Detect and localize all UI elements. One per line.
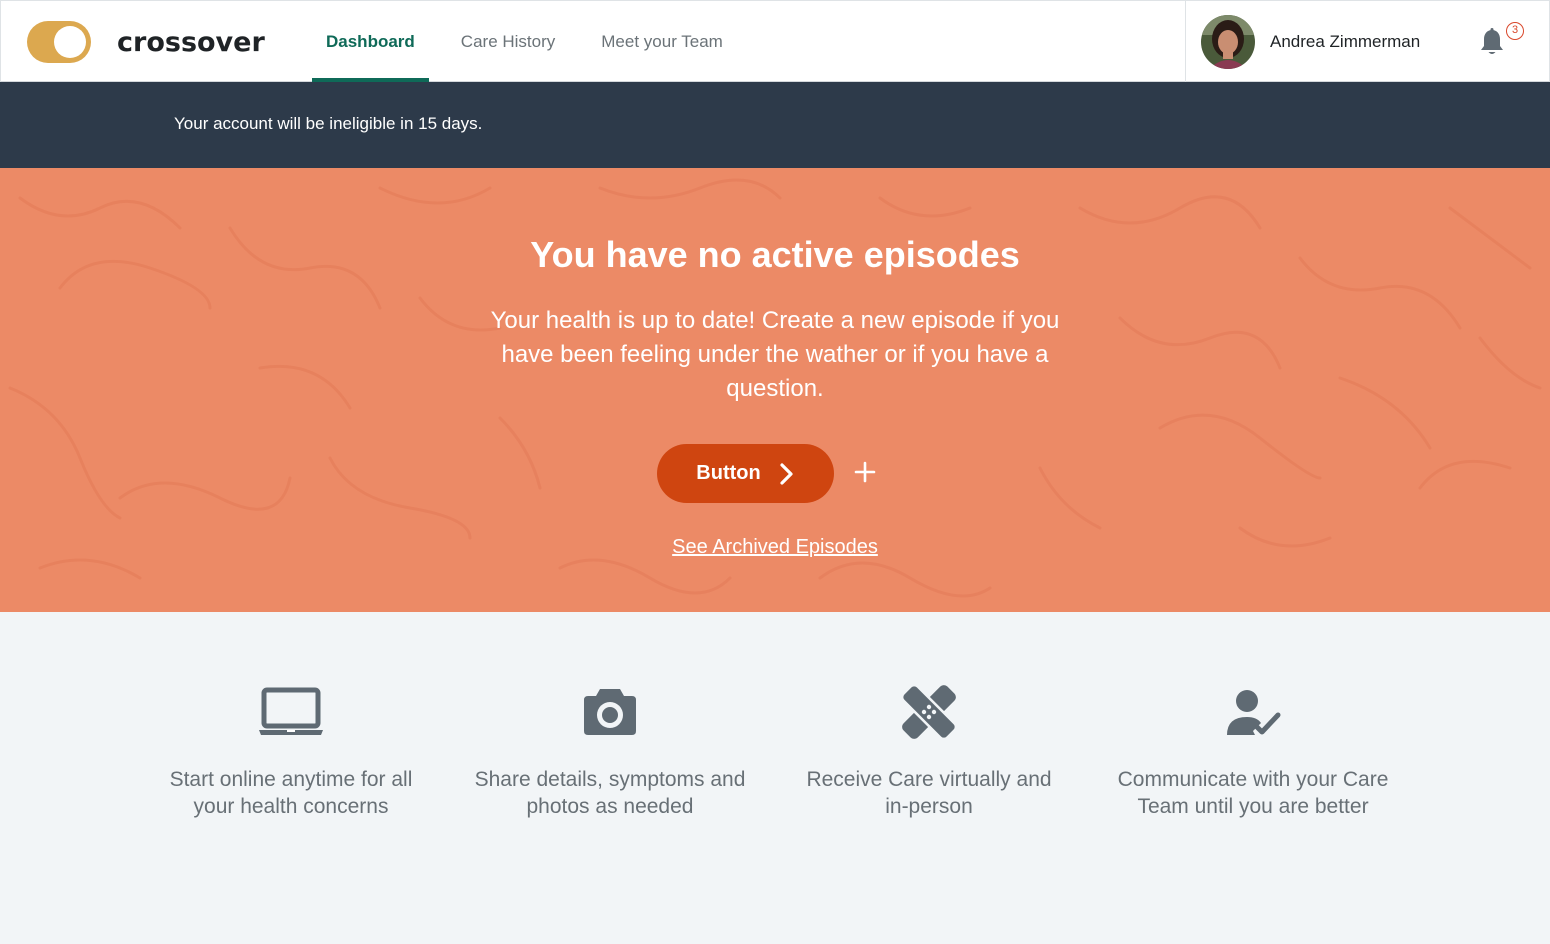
- logo-toggle-icon: [27, 21, 91, 63]
- feature-text: Receive Care virtually and in-person: [806, 768, 1052, 818]
- tab-care-history[interactable]: Care History: [447, 1, 569, 82]
- feature-share-details: Share details, symptoms and photos as ne…: [465, 682, 755, 820]
- feature-communicate: Communicate with your Care Team until yo…: [1100, 682, 1406, 820]
- create-episode-button[interactable]: Button: [657, 444, 834, 503]
- notification-count-badge: 3: [1506, 22, 1524, 40]
- user-name[interactable]: Andrea Zimmerman: [1270, 32, 1420, 52]
- main-tabs: Dashboard Care History Meet your Team: [312, 1, 737, 83]
- feature-text: Start online anytime for all your health…: [169, 768, 413, 818]
- create-episode-button-label: Button: [696, 462, 761, 484]
- user-menu[interactable]: Andrea Zimmerman 3: [1185, 1, 1550, 82]
- feature-text: Share details, symptoms and photos as ne…: [474, 768, 746, 818]
- feature-receive-care: Receive Care virtually and in-person: [795, 682, 1063, 820]
- logo-wordmark: crossover: [117, 26, 265, 58]
- tab-meet-your-team[interactable]: Meet your Team: [587, 1, 737, 82]
- avatar[interactable]: [1201, 15, 1255, 69]
- plus-icon[interactable]: [850, 457, 880, 487]
- features-section: Start online anytime for all your health…: [0, 612, 1550, 944]
- hero-title: You have no active episodes: [530, 234, 1020, 275]
- bandage-icon: [795, 682, 1063, 742]
- feature-text: Communicate with your Care Team until yo…: [1117, 768, 1389, 818]
- bell-icon[interactable]: [1478, 27, 1506, 57]
- feature-start-online: Start online anytime for all your health…: [156, 682, 426, 820]
- user-check-icon: [1100, 682, 1406, 742]
- archived-episodes-row: See Archived Episodes: [0, 536, 1550, 559]
- top-navigation: crossover Dashboard Care History Meet yo…: [0, 0, 1550, 83]
- camera-icon: [465, 682, 755, 742]
- account-notice-banner: Your account will be ineligible in 15 da…: [0, 82, 1550, 168]
- crossover-logo[interactable]: crossover: [27, 21, 265, 63]
- episodes-hero: You have no active episodes Your health …: [0, 168, 1550, 612]
- hero-subtitle: Your health is up to date! Create a new …: [490, 307, 1060, 402]
- avatar-photo: [1201, 15, 1255, 69]
- see-archived-episodes-link[interactable]: See Archived Episodes: [672, 536, 878, 558]
- tab-dashboard[interactable]: Dashboard: [312, 1, 429, 83]
- notice-text: Your account will be ineligible in 15 da…: [174, 114, 483, 133]
- laptop-icon: [156, 682, 426, 742]
- chevron-right-icon: [779, 462, 795, 486]
